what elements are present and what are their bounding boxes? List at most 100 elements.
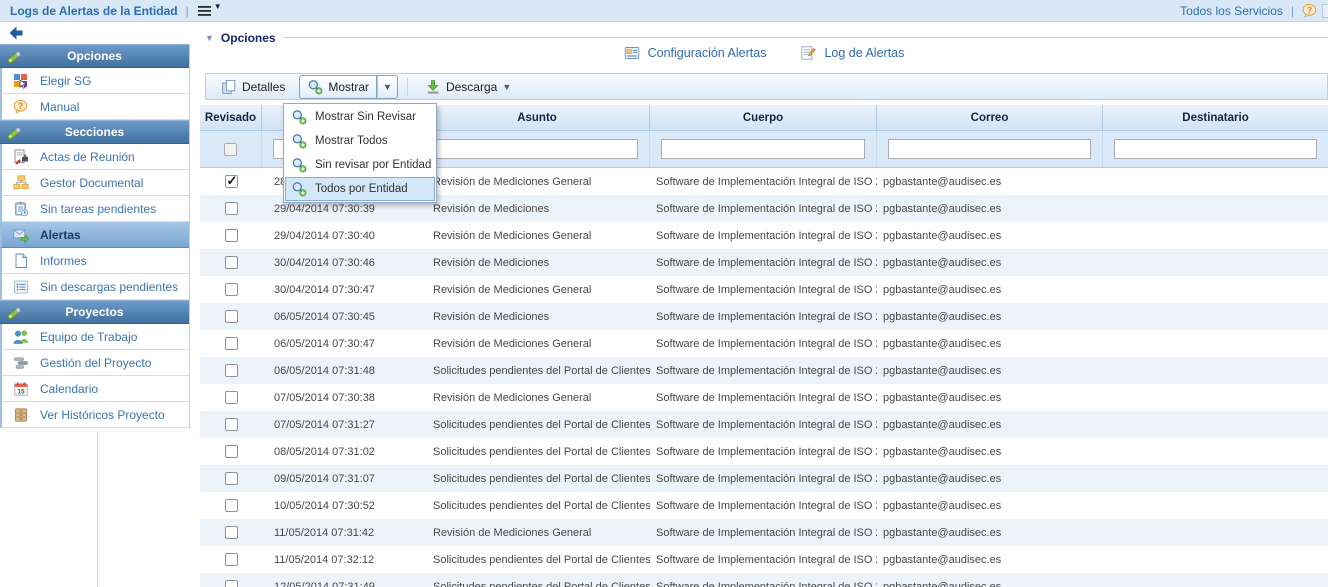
column-header-asunto[interactable]: Asunto <box>425 105 650 130</box>
cell-asunto: Solicitudes pendientes del Portal de Cli… <box>425 438 650 465</box>
menu-item-mostrar-sin-revisar[interactable]: Mostrar Sin Revisar <box>285 105 435 129</box>
sidebar-item-gesti-n-del-proyecto[interactable]: Gestión del Proyecto <box>0 350 189 376</box>
back-arrow-icon[interactable] <box>8 25 24 41</box>
chevron-down-icon: ▼ <box>214 2 222 11</box>
sidebar-item-equipo-de-trabajo[interactable]: Equipo de Trabajo <box>0 324 189 350</box>
sidebar-item-informes[interactable]: Informes <box>0 248 189 274</box>
cell-correo: pgbastante@audisec.es <box>877 195 1103 222</box>
mostrar-icon <box>307 79 323 95</box>
cell-fecha: 09/05/2014 07:31:07 <box>262 465 425 492</box>
cell-asunto: Revisión de Mediciones General <box>425 222 650 249</box>
row-checkbox[interactable] <box>225 445 238 458</box>
row-checkbox[interactable] <box>225 364 238 377</box>
svg-text:15: 15 <box>17 388 25 395</box>
column-header-revisado[interactable]: Revisado <box>200 105 262 130</box>
menu-item-mostrar-todos[interactable]: Mostrar Todos <box>285 129 435 153</box>
table-row[interactable]: 06/05/2014 07:31:48 Solicitudes pendient… <box>200 357 1328 384</box>
table-row[interactable]: 06/05/2014 07:30:47 Revisión de Medicion… <box>200 330 1328 357</box>
column-header-cuerpo[interactable]: Cuerpo <box>650 105 877 130</box>
table-row[interactable]: 09/05/2014 07:31:07 Solicitudes pendient… <box>200 465 1328 492</box>
sidebar-item-elegir-sg[interactable]: Elegir SG <box>0 68 189 94</box>
sidebar-item-sin-descargas-pendientes[interactable]: Sin descargas pendientes <box>0 274 189 300</box>
services-link[interactable]: Todos los Servicios <box>1180 4 1283 18</box>
log-de-alertas-link[interactable]: Log de Alertas <box>800 45 904 61</box>
sidebar-section-header[interactable]: Secciones <box>0 120 189 144</box>
sidebar-section-header[interactable]: Proyectos <box>0 300 189 324</box>
cell-destinatario <box>1103 546 1328 573</box>
table-row[interactable]: 30/04/2014 07:30:47 Revisión de Medicion… <box>200 276 1328 303</box>
row-checkbox[interactable] <box>225 202 238 215</box>
table-row[interactable]: 07/05/2014 07:30:38 Revisión de Medicion… <box>200 384 1328 411</box>
select-all-checkbox[interactable] <box>224 143 237 156</box>
row-checkbox[interactable] <box>225 310 238 323</box>
cell-cuerpo: Software de Implementación Integral de I… <box>650 168 877 195</box>
cell-correo: pgbastante@audisec.es <box>877 303 1103 330</box>
descarga-button[interactable]: Descarga ▼ <box>417 75 519 99</box>
sidebar-item-manual[interactable]: ? Manual <box>0 94 189 120</box>
row-checkbox[interactable] <box>225 337 238 350</box>
filter-input-cuerpo[interactable] <box>661 139 865 159</box>
sidebar-section-title: Opciones <box>0 49 189 63</box>
cell-destinatario <box>1103 330 1328 357</box>
cell-correo: pgbastante@audisec.es <box>877 384 1103 411</box>
filter-input-correo[interactable] <box>888 139 1091 159</box>
sidebar-item-label: Manual <box>40 100 79 114</box>
row-checkbox[interactable] <box>225 499 238 512</box>
cell-fecha: 07/05/2014 07:30:38 <box>262 384 425 411</box>
row-checkbox[interactable] <box>225 472 238 485</box>
sidebar-item-calendario[interactable]: 15 Calendario <box>0 376 189 402</box>
table-row[interactable]: 29/04/2014 07:30:40 Revisión de Medicion… <box>200 222 1328 249</box>
row-checkbox[interactable] <box>225 175 238 188</box>
row-checkbox[interactable] <box>225 391 238 404</box>
mostrar-button[interactable]: Mostrar <box>299 75 377 99</box>
cell-asunto: Revisión de Mediciones General <box>425 330 650 357</box>
table-row[interactable]: 06/05/2014 07:30:45 Revisión de Medicion… <box>200 303 1328 330</box>
row-checkbox[interactable] <box>225 256 238 269</box>
table-row[interactable]: 11/05/2014 07:31:42 Revisión de Medicion… <box>200 519 1328 546</box>
row-checkbox[interactable] <box>225 580 238 587</box>
configuracion-alertas-icon <box>624 45 640 61</box>
table-row[interactable]: 07/05/2014 07:31:27 Solicitudes pendient… <box>200 411 1328 438</box>
menu-item-sin-revisar-por-entidad[interactable]: Sin revisar por Entidad <box>285 153 435 177</box>
cell-asunto: Solicitudes pendientes del Portal de Cli… <box>425 573 650 587</box>
cell-fecha: 11/05/2014 07:32:12 <box>262 546 425 573</box>
sidebar: Opciones Elegir SG ? Manual Secciones Ac… <box>0 22 190 587</box>
table-row[interactable]: 10/05/2014 07:30:52 Solicitudes pendient… <box>200 492 1328 519</box>
tag-icon <box>6 49 22 65</box>
table-row[interactable]: 30/04/2014 07:30:46 Revisión de Medicion… <box>200 249 1328 276</box>
sidebar-section-header[interactable]: Opciones <box>0 44 189 68</box>
table-row[interactable]: 11/05/2014 07:32:12 Solicitudes pendient… <box>200 546 1328 573</box>
row-checkbox[interactable] <box>225 283 238 296</box>
tag-icon <box>6 305 22 321</box>
row-checkbox[interactable] <box>225 229 238 242</box>
menu-item-todos-por-entidad[interactable]: Todos por Entidad <box>285 177 435 201</box>
cell-asunto: Revisión de Mediciones <box>425 249 650 276</box>
table-row[interactable]: 12/05/2014 07:31:49 Solicitudes pendient… <box>200 573 1328 587</box>
column-header-correo[interactable]: Correo <box>877 105 1103 130</box>
cell-cuerpo: Software de Implementación Integral de I… <box>650 249 877 276</box>
sidebar-item-alertas[interactable]: Alertas <box>0 222 189 248</box>
filter-input-destinatario[interactable] <box>1114 139 1317 159</box>
sidebar-item-label: Equipo de Trabajo <box>40 330 137 344</box>
table-row[interactable]: 08/05/2014 07:31:02 Solicitudes pendient… <box>200 438 1328 465</box>
cell-correo: pgbastante@audisec.es <box>877 330 1103 357</box>
sidebar-item-gestor-documental[interactable]: Gestor Documental <box>0 170 189 196</box>
filter-input-asunto[interactable] <box>436 139 638 159</box>
sidebar-item-actas-de-reuni-n[interactable]: Actas de Reunión <box>0 144 189 170</box>
sidebar-item-ver-hist-ricos-proyecto[interactable]: Ver Históricos Proyecto <box>0 402 189 428</box>
hamburger-menu-button[interactable]: ▼ <box>197 3 222 19</box>
cell-asunto: Solicitudes pendientes del Portal de Cli… <box>425 492 650 519</box>
row-checkbox[interactable] <box>225 553 238 566</box>
help-icon[interactable]: ? <box>1302 3 1318 19</box>
manual-icon: ? <box>12 98 30 116</box>
row-checkbox[interactable] <box>225 418 238 431</box>
detalles-button[interactable]: Detalles <box>213 75 293 99</box>
cell-destinatario <box>1103 573 1328 587</box>
configuracion-alertas-link[interactable]: Configuración Alertas <box>624 45 767 61</box>
row-checkbox[interactable] <box>225 526 238 539</box>
mostrar-dropdown-button[interactable]: ▼ <box>377 75 398 99</box>
historicos-proyecto-icon <box>12 406 30 424</box>
collapse-panel-icon[interactable]: ▼ <box>205 33 214 43</box>
sidebar-item-sin-tareas-pendientes[interactable]: Sin tareas pendientes <box>0 196 189 222</box>
column-header-destinatario[interactable]: Destinatario <box>1103 105 1328 130</box>
